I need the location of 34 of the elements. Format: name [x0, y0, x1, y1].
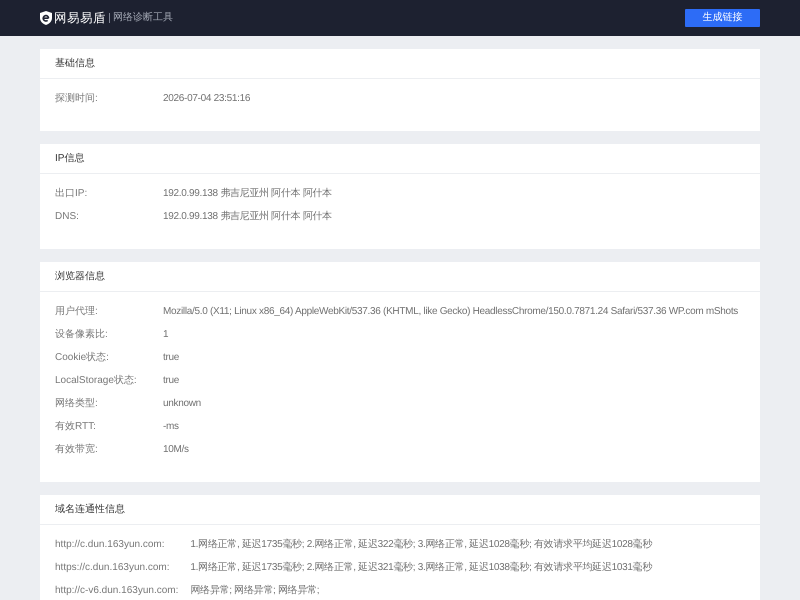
field-label: 网络类型:	[55, 398, 98, 410]
field-value: -ms	[163, 420, 179, 432]
field-value: 192.0.99.138 弗吉尼亚州 阿什本 阿什本	[163, 188, 332, 200]
field-label: Cookie状态:	[55, 352, 109, 364]
field-value: 1	[163, 328, 168, 340]
field-value: 1.网络正常, 延迟1735毫秒; 2.网络正常, 延迟322毫秒; 3.网络正常, 延迟1028毫秒; 有效请求平均延迟1028毫秒	[190, 538, 652, 550]
field-label: 探测时间:	[55, 92, 98, 104]
field-label: https://c.dun.163yun.com:	[55, 562, 170, 574]
brand-name: 网易易盾	[54, 12, 106, 24]
card-title: 浏览器信息	[55, 270, 105, 282]
field-label: 出口IP:	[55, 188, 88, 200]
field-value: 2026-07-04 23:51:16	[163, 92, 250, 104]
field-label: LocalStorage状态:	[55, 374, 137, 386]
generate-link-button[interactable]: 生成链接	[685, 9, 760, 27]
field-value: 1.网络正常, 延迟1735毫秒; 2.网络正常, 延迟321毫秒; 3.网络正常, 延迟1038毫秒; 有效请求平均延迟1031毫秒	[190, 562, 652, 574]
field-label: 用户代理:	[55, 306, 98, 318]
field-value: 10M/s	[163, 444, 189, 456]
field-value: Mozilla/5.0 (X11; Linux x86_64) AppleWebKit/537.36 (KHTML, like Gecko) HeadlessChrome/150.0.7871.24 Safari/537.36 WP.com mShots	[163, 306, 738, 318]
field-value: 192.0.99.138 弗吉尼亚州 阿什本 阿什本	[163, 210, 332, 222]
field-label: http://c-v6.dun.163yun.com:	[55, 584, 178, 596]
shield-logo-icon	[40, 11, 52, 25]
field-label: 设备像素比:	[55, 328, 108, 340]
card-title: IP信息	[55, 152, 84, 164]
field-value: 网络异常; 网络异常; 网络异常;	[190, 584, 320, 596]
field-value: unknown	[163, 398, 201, 410]
field-label: 有效RTT:	[55, 420, 96, 432]
field-label: 有效带宽:	[55, 444, 98, 456]
app-subtitle: 网络诊断工具	[113, 13, 173, 23]
field-label: DNS:	[55, 210, 79, 222]
card-title: 域名连通性信息	[55, 504, 125, 516]
field-value: true	[163, 374, 180, 386]
field-label: http://c.dun.163yun.com:	[55, 538, 165, 550]
field-value: true	[163, 352, 180, 364]
card-title: 基础信息	[55, 58, 95, 70]
